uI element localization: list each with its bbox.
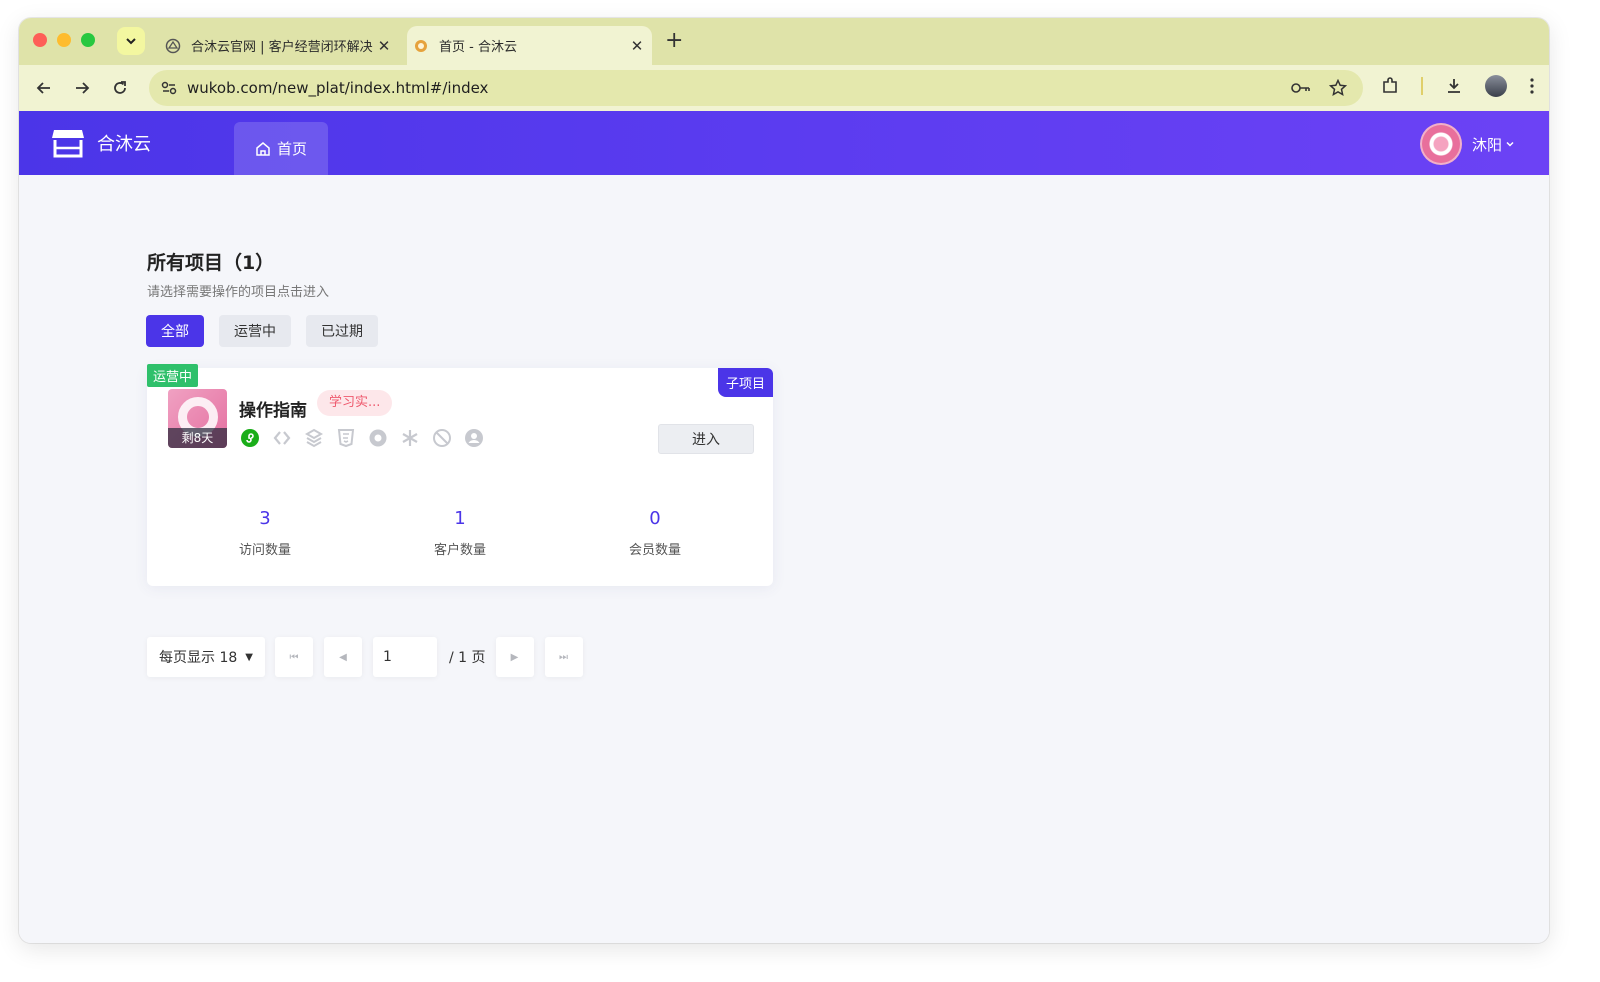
user-avatar — [1419, 123, 1462, 165]
project-card[interactable]: 运营中 子项目 剩8天 操作指南 学习实... 进入 3 访问数量 1 客户数量… — [147, 364, 773, 586]
stat-value: 0 — [649, 508, 661, 529]
per-page-select[interactable]: 每页显示 18 ▼ — [147, 637, 265, 677]
reload-button[interactable] — [107, 75, 133, 101]
status-badge: 运营中 — [147, 364, 199, 387]
maximize-window-button[interactable] — [81, 33, 95, 47]
first-page-button[interactable]: ⏮ — [275, 637, 313, 677]
miniprogram-icon — [240, 428, 260, 448]
reload-icon — [114, 81, 126, 94]
chevron-down-icon — [126, 38, 136, 45]
tab-title: 合沐云官网 | 客户经营闭环解决 — [191, 40, 373, 55]
star-icon[interactable] — [1329, 79, 1347, 97]
page-total: / 1 页 — [449, 650, 486, 666]
brand-name: 合沐云 — [97, 134, 151, 155]
user-circle-icon — [464, 428, 484, 448]
back-button[interactable] — [31, 75, 57, 101]
caret-down-icon: ▼ — [245, 651, 253, 663]
stat-visits: 3 访问数量 — [205, 508, 325, 558]
project-name: 操作指南 — [239, 401, 307, 421]
pagination: 每页显示 18 ▼ ⏮ ◀ 1 / 1 页 ▶ ⏭ — [147, 637, 594, 677]
channel-icons — [240, 428, 484, 448]
profile-avatar[interactable] — [1485, 75, 1507, 97]
page-title: 所有项目（1） — [147, 252, 275, 274]
minimize-window-button[interactable] — [57, 33, 71, 47]
code-icon — [272, 428, 292, 448]
stat-label: 访问数量 — [238, 543, 291, 558]
more-vertical-icon[interactable] — [1529, 77, 1535, 95]
stat-value: 3 — [259, 508, 271, 529]
close-window-button[interactable] — [33, 33, 47, 47]
toolbar-divider — [1421, 77, 1423, 95]
prev-page-icon: ◀ — [339, 651, 347, 663]
filter-running-button[interactable]: 运营中 — [219, 315, 291, 347]
site-favicon-icon — [415, 39, 427, 52]
filter-all-button[interactable]: 全部 — [146, 315, 204, 347]
browser-window: 合沐云官网 | 客户经营闭环解决 ✕ 首页 - 合沐云 ✕ + wukob.co… — [19, 18, 1549, 943]
enter-project-button[interactable]: 进入 — [658, 424, 754, 454]
chrome-icon — [368, 428, 388, 448]
close-icon[interactable]: ✕ — [626, 37, 648, 55]
site-favicon-icon — [165, 38, 181, 53]
nav-home-label: 首页 — [276, 140, 307, 158]
last-page-icon: ⏭ — [559, 651, 569, 663]
new-tab-button[interactable]: + — [665, 30, 683, 52]
address-bar[interactable]: wukob.com/new_plat/index.html#/index — [149, 70, 1363, 106]
stat-value: 1 — [454, 508, 466, 529]
layers-icon — [304, 428, 324, 448]
brand-logo[interactable]: 合沐云 — [51, 127, 151, 159]
remaining-days: 剩8天 — [168, 428, 227, 448]
tab-strip: 合沐云官网 | 客户经营闭环解决 ✕ 首页 - 合沐云 ✕ + — [19, 18, 1549, 65]
stat-members: 0 会员数量 — [595, 508, 715, 558]
next-page-button[interactable]: ▶ — [495, 637, 534, 677]
arrow-right-icon — [76, 82, 90, 94]
html5-icon — [336, 428, 356, 448]
stat-label: 客户数量 — [433, 543, 486, 558]
page-number-input[interactable]: 1 — [373, 637, 437, 677]
first-page-icon: ⏮ — [289, 651, 299, 663]
browser-toolbar: wukob.com/new_plat/index.html#/index — [19, 65, 1549, 111]
user-menu[interactable]: 沐阳 — [1419, 123, 1515, 165]
page-subtitle: 请选择需要操作的项目点击进入 — [147, 285, 330, 300]
asterisk-icon — [400, 428, 420, 448]
main-content: 所有项目（1） 请选择需要操作的项目点击进入 全部 运营中 已过期 运营中 子项… — [19, 175, 1549, 943]
tab-title: 首页 - 合沐云 — [439, 40, 517, 55]
site-settings-icon[interactable] — [159, 78, 179, 98]
filter-expired-button[interactable]: 已过期 — [306, 315, 378, 347]
tab-home[interactable]: 首页 - 合沐云 ✕ — [407, 26, 652, 65]
project-tag: 学习实... — [317, 390, 393, 416]
last-page-button[interactable]: ⏭ — [544, 637, 583, 677]
download-icon[interactable] — [1445, 77, 1463, 95]
tab-search-button[interactable] — [117, 27, 145, 55]
close-icon[interactable]: ✕ — [373, 37, 395, 55]
per-page-label: 每页显示 18 — [159, 650, 238, 666]
stat-customers: 1 客户数量 — [400, 508, 520, 558]
app-header: 合沐云 首页 沐阳 — [19, 111, 1549, 175]
store-icon — [52, 130, 84, 158]
filter-group: 全部 运营中 已过期 — [146, 315, 378, 347]
prev-page-button[interactable]: ◀ — [324, 637, 362, 677]
user-name: 沐阳 — [1471, 135, 1502, 154]
arrow-left-icon — [36, 82, 50, 94]
next-page-icon: ▶ — [510, 651, 519, 663]
extensions-icon[interactable] — [1381, 77, 1399, 95]
page-number-value: 1 — [383, 649, 392, 665]
blocked-icon — [432, 428, 452, 448]
key-icon[interactable] — [1291, 81, 1311, 95]
chevron-down-icon — [1506, 141, 1514, 147]
forward-button[interactable] — [69, 75, 95, 101]
stat-label: 会员数量 — [628, 543, 681, 558]
home-icon — [256, 141, 270, 156]
url-text: wukob.com/new_plat/index.html#/index — [187, 79, 489, 97]
project-type-badge: 子项目 — [717, 368, 773, 397]
nav-home[interactable]: 首页 — [234, 122, 328, 175]
project-thumbnail: 剩8天 — [168, 389, 227, 448]
tab-official-site[interactable]: 合沐云官网 | 客户经营闭环解决 ✕ — [159, 26, 399, 65]
